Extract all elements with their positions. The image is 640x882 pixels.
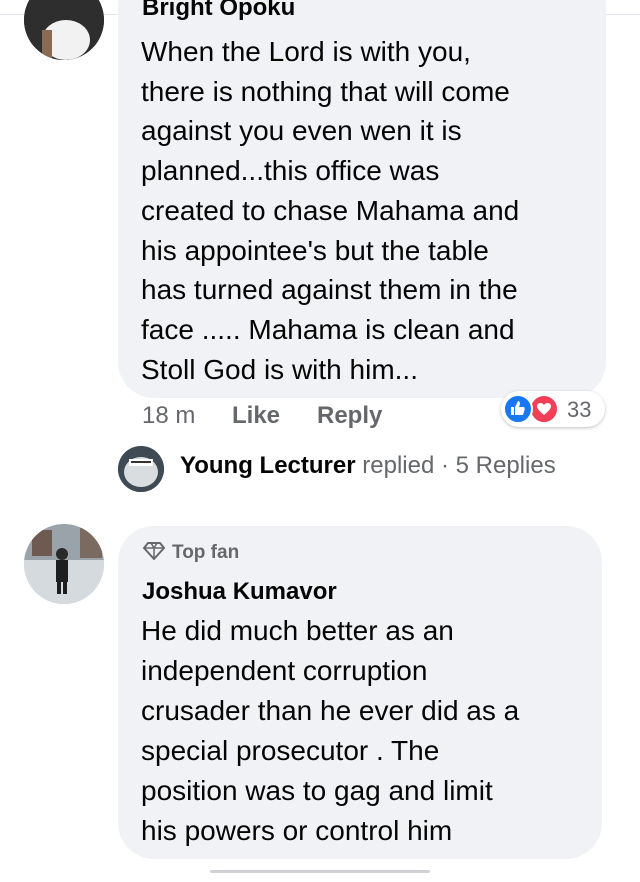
replied-label: replied	[362, 452, 435, 479]
comment-timestamp[interactable]: 18 m	[142, 402, 195, 430]
next-content-fragment	[210, 870, 430, 873]
replies-count[interactable]: 5 Replies	[456, 452, 556, 479]
commenter-avatar[interactable]	[24, 524, 104, 604]
reaction-count: 33	[567, 397, 592, 422]
comment-author[interactable]: Bright Opoku	[142, 0, 295, 22]
separator-dot: ·	[440, 452, 449, 479]
avatar-photo-icon	[24, 0, 104, 60]
heart-icon	[529, 394, 559, 424]
badge-label: Top fan	[172, 542, 240, 563]
comment-text: When the Lord is with you, there is noth…	[141, 36, 520, 385]
thumbs-up-icon	[503, 394, 533, 424]
like-button[interactable]: Like	[232, 402, 280, 430]
top-fan-badge: Top fan	[143, 541, 239, 564]
replier-avatar[interactable]	[118, 446, 164, 492]
diamond-icon	[143, 542, 165, 560]
view-replies-link[interactable]: Young Lecturer replied · 5 Replies	[180, 452, 556, 480]
reaction-summary[interactable]: 33	[501, 391, 605, 427]
reply-button[interactable]: Reply	[317, 402, 382, 430]
commenter-avatar[interactable]	[24, 0, 104, 60]
avatar-photo-icon	[24, 524, 104, 604]
comment-author[interactable]: Joshua Kumavor	[142, 578, 337, 606]
avatar-photo-icon	[118, 446, 164, 492]
comment-text: He did much better as an independent cor…	[141, 615, 520, 846]
replier-name[interactable]: Young Lecturer	[180, 452, 356, 479]
